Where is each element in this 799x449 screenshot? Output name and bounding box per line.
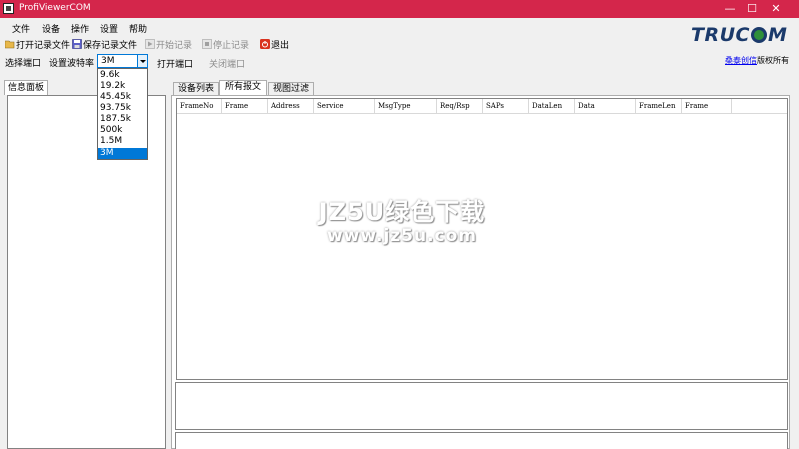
title-bar: ProfiViewerCOM — ☐ ✕ — [0, 0, 799, 18]
tab-device-list[interactable]: 设备列表 — [173, 82, 219, 96]
baud-rate-select[interactable]: 3M — [97, 54, 148, 68]
menu-operation[interactable]: 操作 — [71, 22, 89, 35]
select-port-button[interactable]: 选择端口 — [5, 56, 41, 69]
start-record-label: 开始记录 — [156, 41, 193, 51]
message-table[interactable]: FrameNo Frame Address Service MsgType Re… — [176, 98, 788, 380]
baud-option[interactable]: 93.75k — [98, 103, 147, 114]
stop-icon — [202, 39, 212, 49]
toolbar: 打开记录文件 保存记录文件 开始记录 停止记录 退出 — [0, 36, 690, 52]
open-folder-icon — [4, 39, 15, 49]
logo-text-start: TRUC — [691, 24, 750, 46]
copyright-suffix: 版权所有 — [757, 56, 789, 65]
baud-option[interactable]: 45.45k — [98, 92, 147, 103]
column-header[interactable]: Frame — [222, 99, 268, 114]
baud-option-selected[interactable]: 3M — [98, 148, 147, 159]
baud-rate-dropdown: 9.6k 19.2k 45.45k 93.75k 187.5k 500k 1.5… — [97, 68, 148, 160]
tab-all-messages[interactable]: 所有报文 — [219, 80, 267, 96]
menu-bar: 文件 设备 操作 设置 帮助 — [0, 18, 799, 36]
globe-icon — [750, 27, 767, 43]
close-window-button[interactable]: ✕ — [753, 0, 799, 18]
menu-settings[interactable]: 设置 — [100, 22, 118, 35]
trucom-logo: TRUC M — [691, 24, 787, 46]
baud-option[interactable]: 1.5M — [98, 136, 147, 147]
column-header[interactable]: Req/Rsp — [437, 99, 483, 114]
tab-view-filter[interactable]: 视图过滤 — [268, 82, 314, 96]
menu-help[interactable]: 帮助 — [129, 22, 147, 35]
save-disk-icon — [72, 39, 82, 49]
main-tabs: 设备列表 所有报文 视图过滤 — [171, 80, 791, 96]
all-messages-panel: FrameNo Frame Address Service MsgType Re… — [171, 95, 790, 449]
column-header[interactable]: Frame — [682, 99, 732, 114]
baud-option[interactable]: 187.5k — [98, 114, 147, 125]
close-port-button[interactable]: 关闭端口 — [209, 57, 245, 70]
detail-pane — [175, 382, 788, 430]
column-header[interactable]: SAPs — [483, 99, 529, 114]
column-header[interactable]: FrameNo — [177, 99, 222, 114]
power-icon — [260, 39, 270, 49]
menu-device[interactable]: 设备 — [42, 22, 60, 35]
copyright-notice: 桑泰创信版权所有 — [725, 55, 789, 66]
set-baud-label: 设置波特率 — [49, 59, 95, 69]
stop-record-label: 停止记录 — [213, 41, 250, 51]
baud-option[interactable]: 19.2k — [98, 81, 147, 92]
raw-data-pane — [175, 432, 788, 449]
save-record-label: 保存记录文件 — [83, 41, 138, 51]
column-header[interactable]: Address — [268, 99, 314, 114]
column-header[interactable]: FrameLen — [636, 99, 682, 114]
copyright-link[interactable]: 桑泰创信 — [725, 56, 757, 65]
column-header[interactable]: DataLen — [529, 99, 575, 114]
exit-label: 退出 — [271, 41, 290, 51]
logo-text-end: M — [767, 24, 788, 46]
column-header[interactable]: Data — [575, 99, 636, 114]
app-icon — [3, 3, 14, 14]
info-panel-tab[interactable]: 信息面板 — [4, 80, 48, 95]
window-title: ProfiViewerCOM — [19, 3, 91, 13]
open-port-button[interactable]: 打开端口 — [157, 57, 193, 70]
open-record-label: 打开记录文件 — [16, 41, 71, 51]
chevron-down-icon[interactable] — [137, 55, 147, 67]
baud-rate-value: 3M — [101, 56, 115, 66]
baud-option[interactable]: 9.6k — [98, 70, 147, 81]
baud-option[interactable]: 500k — [98, 125, 147, 136]
column-header[interactable]: MsgType — [375, 99, 437, 114]
menu-file[interactable]: 文件 — [12, 22, 30, 35]
table-header: FrameNo Frame Address Service MsgType Re… — [177, 99, 787, 114]
play-icon — [145, 39, 155, 49]
column-header[interactable]: Service — [314, 99, 375, 114]
